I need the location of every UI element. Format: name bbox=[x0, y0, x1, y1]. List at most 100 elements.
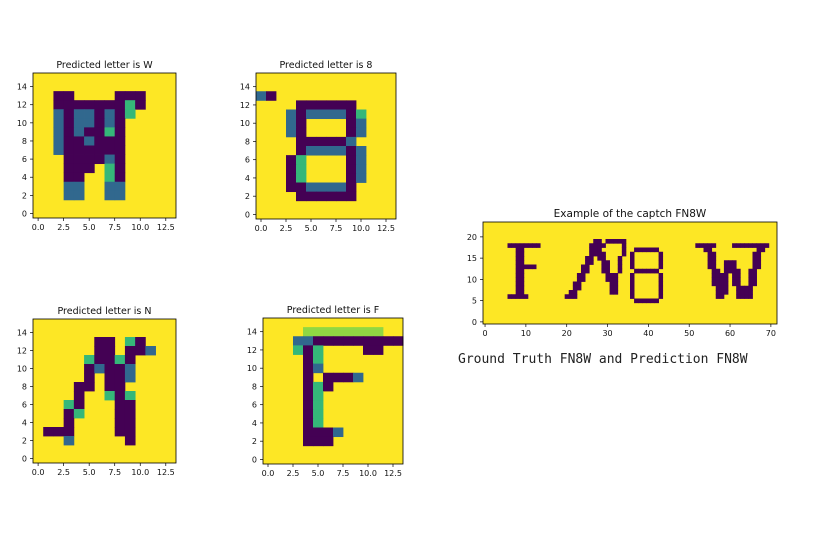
heatmap-cell bbox=[104, 346, 116, 356]
heatmap-cell bbox=[346, 164, 357, 174]
heatmap-cell bbox=[515, 294, 521, 299]
heatmap-cell bbox=[748, 290, 753, 295]
heatmap-cell bbox=[723, 260, 729, 265]
heatmap-cell bbox=[73, 145, 85, 155]
heatmap-cell bbox=[303, 436, 314, 447]
heatmap-cell bbox=[576, 285, 582, 291]
heatmap-cell bbox=[613, 290, 619, 295]
heatmap-cell bbox=[326, 100, 337, 110]
heatmap-cell bbox=[695, 243, 700, 248]
x-tick-label: 7.5 bbox=[108, 223, 121, 232]
y-tick-label: 10 bbox=[17, 365, 27, 374]
heatmap-cell bbox=[53, 127, 65, 137]
heatmap-cell bbox=[306, 109, 317, 120]
heatmap-cell bbox=[63, 91, 75, 101]
x-tick-label: 0 bbox=[482, 329, 487, 338]
heatmap-cell bbox=[313, 391, 324, 401]
heatmap-cell bbox=[73, 127, 85, 137]
heatmap-cell bbox=[104, 154, 116, 165]
heatmap-cell bbox=[63, 181, 75, 192]
heatmap-cell bbox=[658, 281, 664, 287]
heatmap-cell bbox=[613, 273, 619, 278]
heatmap-cell bbox=[515, 290, 521, 295]
y-tick-label: 6 bbox=[245, 156, 250, 165]
heatmap-cell bbox=[104, 364, 116, 374]
heatmap-cell bbox=[658, 251, 664, 257]
heatmap-cell bbox=[519, 256, 525, 261]
heatmap-cell bbox=[707, 251, 713, 257]
heatmap-cell bbox=[323, 327, 334, 337]
y-tick-label: 12 bbox=[247, 346, 257, 355]
heatmap-cell bbox=[642, 298, 647, 304]
heatmap-cell bbox=[613, 277, 619, 282]
y-tick-label: 5 bbox=[472, 297, 477, 306]
chart-title: Example of the captch FN8W bbox=[554, 208, 707, 220]
heatmap-cell bbox=[343, 327, 354, 337]
heatmap-cell bbox=[532, 243, 537, 248]
y-tick-label: 10 bbox=[467, 275, 477, 284]
x-tick-label: 10.0 bbox=[359, 469, 377, 478]
y-tick-label: 12 bbox=[17, 347, 27, 356]
heatmap-cell bbox=[658, 256, 664, 261]
heatmap-cell bbox=[740, 285, 745, 291]
heatmap-cell bbox=[84, 145, 95, 155]
heatmap-cell bbox=[756, 243, 762, 248]
heatmap-cell bbox=[646, 268, 651, 274]
heatmap-cell bbox=[114, 400, 126, 410]
y-tick-label: 8 bbox=[252, 382, 257, 391]
heatmap-cell bbox=[293, 336, 304, 346]
heatmap-cell bbox=[313, 400, 324, 410]
y-tick-label: 6 bbox=[252, 401, 257, 410]
heatmap-cell bbox=[313, 381, 324, 392]
heatmap-cell bbox=[356, 146, 367, 156]
y-tick-label: 0 bbox=[22, 455, 27, 464]
heatmap-cell bbox=[658, 277, 664, 282]
heatmap-cell bbox=[73, 163, 85, 174]
heatmap-cell bbox=[646, 247, 651, 253]
x-tick-label: 20 bbox=[562, 329, 572, 338]
heatmap-cell bbox=[715, 285, 721, 291]
heatmap-cell bbox=[646, 298, 651, 304]
y-tick-label: 8 bbox=[245, 137, 250, 146]
x-tick-label: 5.0 bbox=[83, 468, 96, 477]
heatmap-cell bbox=[323, 372, 334, 383]
heatmap-cell bbox=[585, 256, 590, 261]
heatmap-cell bbox=[313, 363, 324, 374]
heatmap-cell bbox=[316, 191, 327, 202]
heatmap-cell bbox=[63, 427, 75, 437]
heatmap-cell bbox=[601, 264, 606, 270]
y-tick-label: 14 bbox=[240, 83, 250, 92]
heatmap-cell bbox=[736, 268, 741, 274]
y-tick-label: 2 bbox=[252, 437, 257, 446]
heatmap-cell bbox=[356, 127, 367, 138]
heatmap-cell bbox=[740, 243, 745, 248]
heatmap-cell bbox=[114, 190, 126, 201]
heatmap-cell bbox=[73, 109, 85, 119]
heatmap-cell bbox=[723, 290, 729, 295]
heatmap-cell bbox=[326, 146, 337, 156]
heatmap-cell bbox=[752, 273, 757, 278]
heatmap-cell bbox=[650, 298, 655, 304]
heatmap-cell bbox=[581, 268, 586, 274]
heatmap-cell bbox=[124, 91, 136, 101]
ground-truth-caption: Ground Truth FN8W and Prediction FN8W bbox=[458, 352, 748, 367]
heatmap-cell bbox=[266, 91, 277, 101]
heatmap-cell bbox=[346, 100, 357, 110]
heatmap-cell bbox=[703, 247, 708, 253]
heatmap-cell bbox=[343, 372, 354, 383]
heatmap-cell bbox=[73, 382, 85, 392]
heatmap-cell bbox=[515, 256, 521, 261]
heatmap-cell bbox=[306, 100, 317, 110]
heatmap-cell bbox=[658, 294, 664, 299]
y-tick-label: 15 bbox=[467, 254, 477, 263]
heatmap-cell bbox=[94, 118, 105, 128]
heatmap-cell bbox=[84, 154, 95, 165]
heatmap-cell bbox=[630, 260, 635, 265]
heatmap-cell bbox=[306, 182, 317, 193]
heatmap-cell bbox=[73, 154, 85, 165]
heatmap-cell bbox=[114, 118, 126, 128]
heatmap-cell bbox=[589, 247, 594, 253]
heatmap-cell bbox=[630, 277, 635, 282]
heatmap-cell bbox=[316, 146, 327, 156]
y-tick-label: 0 bbox=[245, 210, 250, 219]
